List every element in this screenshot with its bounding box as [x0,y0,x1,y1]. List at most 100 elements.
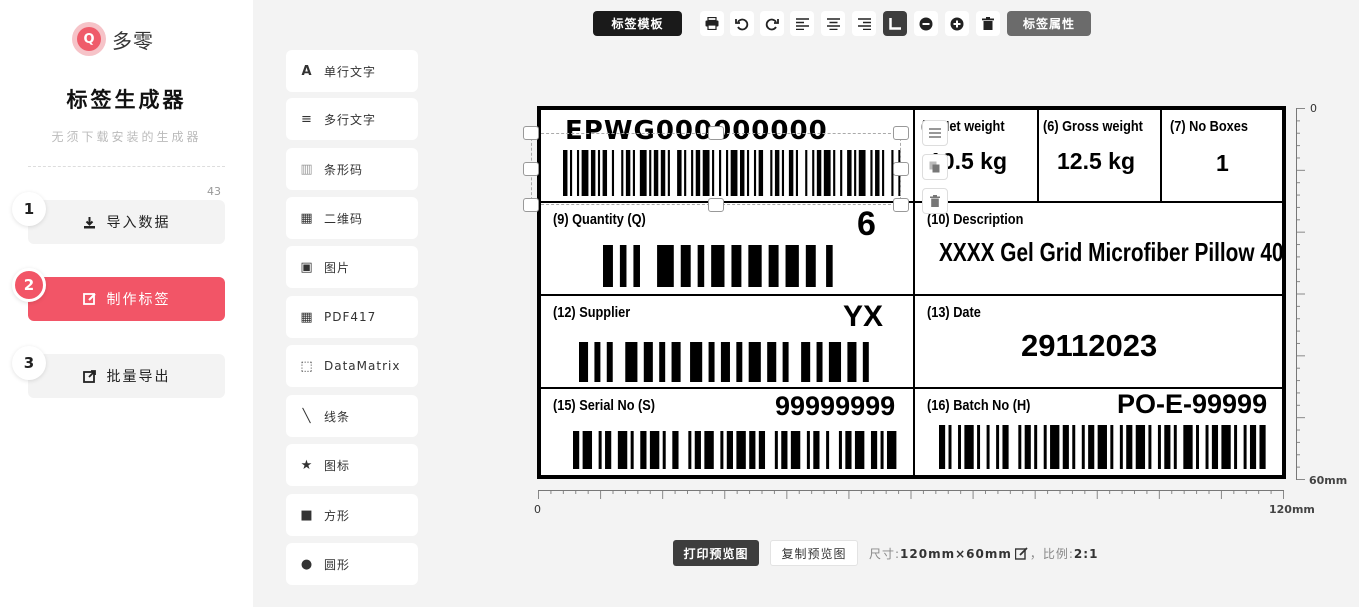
sidebar-divider [28,166,225,167]
cell-gross-weight[interactable]: (6) Gross weight 12.5 kg [1039,110,1162,203]
redo-button[interactable] [760,11,784,36]
cell-date[interactable]: (13) Date 29112023 [915,296,1282,389]
barcode-bar [603,245,613,287]
logo[interactable]: Q 多零 [72,22,154,56]
barcode-bar [847,342,857,382]
ruler-toggle-button[interactable] [883,11,907,36]
barcode-bar [790,431,801,469]
cell-serial[interactable]: (15) Serial No (S) 99999999 [541,389,915,475]
tool-rectangle[interactable]: ■ 方形 [286,494,418,536]
zoom-out-icon [919,17,933,30]
resize-handle-top-right[interactable] [893,126,909,140]
tool-barcode[interactable]: ▥ 条形码 [286,148,418,190]
supplier-value: YX [843,300,884,333]
cell-no-boxes[interactable]: (7) No Boxes 1 [1162,110,1282,203]
resize-handle-top-left[interactable] [523,126,539,140]
barcode-bar [806,431,810,469]
barcode-bar [774,431,778,469]
import-data-button[interactable]: 导入数据 [28,200,225,244]
resize-handle-right[interactable] [893,162,909,176]
print-preview-button[interactable]: 打印预览图 [673,540,759,566]
align-left-icon [795,17,809,30]
tool-icon[interactable]: ★ 图标 [286,444,418,486]
sidebar: Q 多零 标签生成器 无须下载安装的生成器 43 导入数据 1 制作标签 2 批… [0,0,253,607]
gross-weight-label: (6) Gross weight [1043,118,1143,135]
element-menu-button[interactable] [922,120,948,146]
tool-image[interactable]: ▣ 图片 [286,246,418,288]
barcode-bar [768,245,779,287]
quantity-barcode[interactable] [603,245,843,287]
tool-line[interactable]: ╲ 线条 [286,395,418,437]
barcode-bar [731,245,742,287]
batch-value: PO-E-99999 [1117,389,1268,419]
label-properties-button[interactable]: 标签属性 [1007,11,1091,36]
make-label-button[interactable]: 制作标签 [28,277,225,321]
tool-qrcode[interactable]: ▦ 二维码 [286,197,418,239]
ratio-value: 2:1 [1073,546,1099,561]
step-label: 批量导出 [106,369,171,385]
barcode-bar [1196,425,1199,469]
star-icon: ★ [300,457,314,473]
copy-preview-button[interactable]: 复制预览图 [770,540,858,566]
resize-handle-bottom[interactable] [708,198,724,212]
barcode-bar [633,245,640,287]
delete-button[interactable] [976,11,1000,36]
batch-barcode[interactable] [939,425,1269,469]
resize-handle-left[interactable] [523,162,539,176]
cell-quantity[interactable]: (9) Quantity (Q) 6 [541,203,915,296]
zoom-out-button[interactable] [914,11,938,36]
barcode-icon: ▥ [300,161,314,177]
print-button[interactable] [700,11,724,36]
zoom-in-button[interactable] [945,11,969,36]
label-template-button[interactable]: 标签模板 [593,11,682,36]
barcode-bar [657,245,674,287]
menu-icon [929,128,941,138]
barcode-bar [838,431,842,469]
edit-size-icon[interactable] [1014,547,1028,560]
cell-description[interactable]: (10) Description XXXX Gel Grid Microfibe… [915,203,1282,296]
resize-handle-bottom-left[interactable] [523,198,539,212]
barcode-bar [1050,425,1060,469]
barcode-bar [671,342,681,382]
barcode-bar [816,342,823,382]
serial-barcode[interactable] [573,431,903,469]
batch-export-button[interactable]: 批量导出 [28,354,225,398]
undo-button[interactable] [730,11,754,36]
barcode-bar [1221,425,1231,469]
print-icon [705,17,719,30]
align-left-button[interactable] [790,11,814,36]
text-icon: A [301,63,313,79]
align-center-button[interactable] [821,11,845,36]
tool-datamatrix[interactable]: ⬚ DataMatrix [286,345,418,387]
barcode-bar [720,342,730,382]
align-right-button[interactable] [852,11,876,36]
resize-handle-bottom-right[interactable] [893,198,909,212]
ruler-v-end: 60mm [1309,474,1348,487]
barcode-bar [594,342,601,382]
barcode-bar [749,431,756,469]
tool-single-line-text[interactable]: A 单行文字 [286,50,418,92]
step-number-1: 1 [12,192,46,226]
circle-icon: ● [300,556,314,572]
tool-pdf417[interactable]: ▦ PDF417 [286,296,418,338]
barcode-bar [1249,425,1257,469]
pdf417-icon: ▦ [300,309,314,325]
app-title: 标签生成器 [66,88,187,112]
cell-batch[interactable]: (16) Batch No (H) PO-E-99999 [915,389,1282,475]
zoom-in-icon [950,17,964,30]
element-delete-button[interactable] [922,188,948,214]
description-value: XXXX Gel Grid Microfiber Pillow 40x7 [939,237,1282,267]
resize-handle-top[interactable] [708,126,724,140]
tool-circle[interactable]: ● 圆形 [286,543,418,585]
barcode-bar [977,425,981,469]
barcode-bar [582,431,593,469]
barcode-bar [958,425,962,469]
tool-multi-line-text[interactable]: ≡ 多行文字 [286,98,418,140]
cell-supplier[interactable]: (12) Supplier YX [541,296,915,389]
element-copy-button[interactable] [922,154,948,180]
serial-label: (15) Serial No (S) [553,397,656,414]
supplier-barcode[interactable] [579,342,869,382]
barcode-bar [767,342,777,382]
barcode-bar [704,431,714,469]
barcode-bar [617,431,628,469]
